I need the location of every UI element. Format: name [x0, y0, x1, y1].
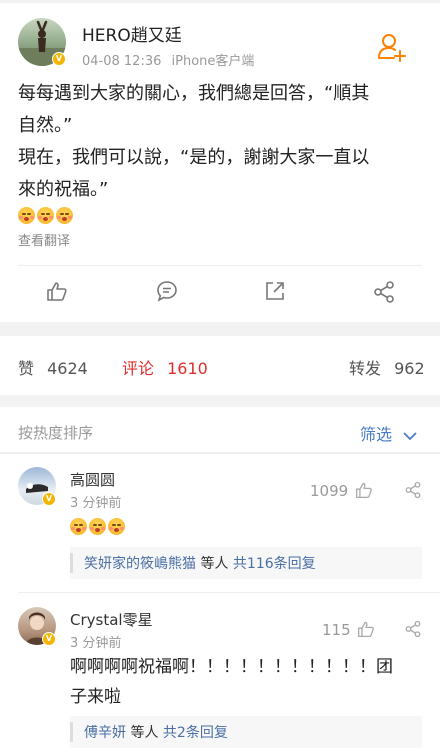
reply-etc: 等人 — [126, 725, 163, 741]
verified-badge-icon: V — [52, 52, 66, 66]
comment-text: 啊啊啊啊祝福啊！！！！！！！！！！！团 子来啦 — [70, 652, 430, 712]
section-divider — [0, 452, 440, 454]
author-name[interactable]: HERO趙又廷 — [82, 21, 182, 46]
verified-badge-icon: V — [42, 632, 56, 646]
repost-icon[interactable] — [264, 280, 286, 302]
top-divider — [0, 0, 440, 3]
reply-count-link[interactable]: 共2条回复 — [163, 725, 228, 741]
reply-bar — [70, 722, 73, 742]
comment-text-line: 子来啦 — [70, 687, 121, 707]
post-text: 每每遇到大家的關心，我們總是回答，“順其 自然。” 現在，我們可以說，“是的，謝… — [18, 78, 428, 206]
like-icon[interactable] — [46, 280, 68, 302]
reply-preview[interactable]: 傅辛妍 等人 共2条回复 — [70, 716, 422, 748]
blush-emoji-icon — [89, 518, 106, 535]
reply-bar — [70, 553, 73, 573]
section-divider — [0, 322, 440, 336]
verified-badge-icon: V — [42, 492, 56, 506]
section-divider — [0, 395, 440, 407]
commenter-name[interactable]: 高圆圆 — [70, 469, 115, 490]
reply-user-link[interactable]: 傅辛妍 — [84, 725, 126, 741]
comments-label: 评论 — [122, 359, 155, 378]
post-text-line: 來的祝福。” — [18, 179, 109, 200]
reply-count-link[interactable]: 共116条回复 — [233, 556, 316, 572]
comment-like-count: 1099 — [310, 482, 349, 500]
reposts-label: 转发 — [349, 359, 382, 378]
comment-share-icon[interactable] — [404, 620, 422, 642]
comment-like-count: 115 — [322, 621, 351, 639]
reply-etc: 等人 — [196, 556, 233, 572]
blush-emoji-icon — [56, 207, 73, 224]
comment-divider — [18, 592, 440, 593]
like-icon — [355, 481, 373, 503]
comment-like-button[interactable]: 115 — [322, 620, 375, 642]
likes-count: 4624 — [47, 359, 88, 378]
sort-by-hot[interactable]: 按热度排序 — [18, 422, 93, 443]
translate-link[interactable]: 查看翻译 — [18, 230, 70, 249]
post-text-line: 自然。” — [18, 115, 73, 136]
reposts-count: 962 — [394, 359, 425, 378]
comment-time: 3 分钟前 — [70, 496, 122, 511]
blush-emoji-icon — [108, 518, 125, 535]
commenter-name[interactable]: Crystal零星 — [70, 609, 153, 630]
comment-share-icon[interactable] — [404, 481, 422, 503]
action-bar-divider — [18, 265, 422, 266]
post-text-line: 現在，我們可以說，“是的，謝謝大家一直以 — [18, 147, 370, 168]
comment-time: 3 分钟前 — [70, 636, 122, 651]
blush-emoji-icon — [37, 207, 54, 224]
comments-count: 1610 — [167, 359, 208, 378]
reply-preview[interactable]: 笑妍家的筱嶋熊猫 等人 共116条回复 — [70, 547, 422, 579]
comment-icon[interactable] — [156, 280, 178, 302]
blush-emoji-icon — [70, 518, 87, 535]
follow-add-user-icon[interactable] — [376, 31, 408, 63]
blush-emoji-icon — [18, 207, 35, 224]
likes-label: 赞 — [18, 359, 35, 378]
reposts-tab[interactable]: 转发 962 — [349, 355, 425, 379]
share-icon[interactable] — [372, 280, 396, 304]
likes-tab[interactable]: 赞 4624 — [18, 355, 88, 379]
post-source: iPhone客户端 — [171, 54, 255, 69]
filter-button[interactable]: 筛选 — [360, 421, 417, 445]
comment-like-button[interactable]: 1099 — [310, 481, 373, 503]
post-emoji-row — [18, 205, 75, 224]
like-icon — [357, 620, 375, 642]
chevron-down-icon — [403, 426, 417, 445]
comment-emoji-row — [70, 516, 127, 535]
post-text-line: 每每遇到大家的關心，我們總是回答，“順其 — [18, 83, 370, 104]
comments-tab[interactable]: 评论 1610 — [122, 355, 208, 379]
post-date: 04-08 12:36 — [82, 54, 162, 69]
filter-label: 筛选 — [360, 425, 393, 444]
reply-user-link[interactable]: 笑妍家的筱嶋熊猫 — [84, 556, 196, 572]
post-meta: 04-08 12:36 iPhone客户端 — [82, 50, 254, 69]
comment-text-line: 啊啊啊啊祝福啊！！！！！！！！！！！团 — [70, 657, 393, 677]
